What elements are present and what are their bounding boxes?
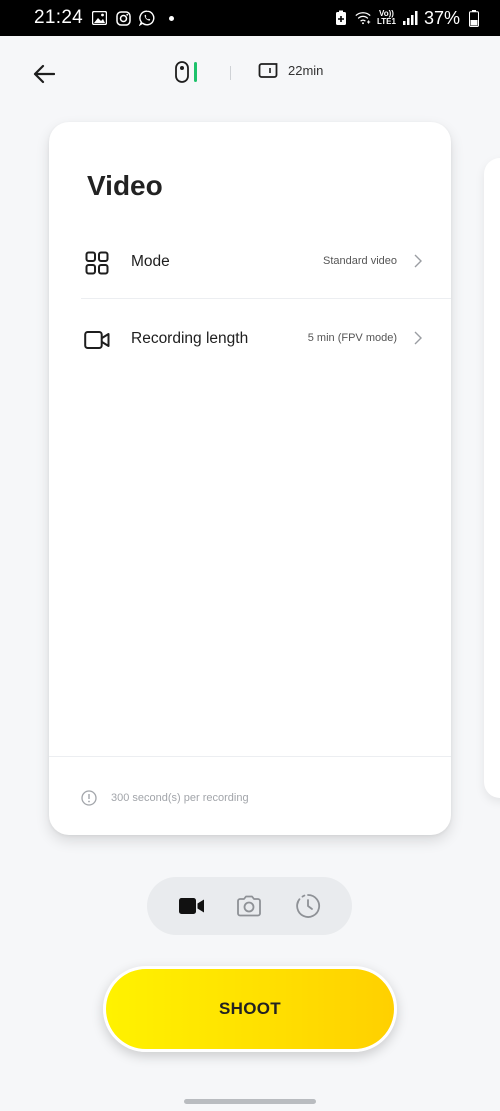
- connection-status-bar: [194, 62, 197, 82]
- status-time: 21:24: [34, 7, 84, 28]
- status-left: 21:24: [34, 7, 175, 29]
- footer-divider: [49, 756, 451, 757]
- video-mode-button[interactable]: [177, 891, 207, 921]
- notification-dot: [169, 15, 175, 21]
- footer-note: 300 second(s) per recording: [81, 790, 249, 806]
- shoot-button[interactable]: SHOOT: [103, 966, 397, 1052]
- info-icon: [81, 790, 97, 806]
- camera-device-icon: [175, 61, 189, 83]
- timelapse-icon: [296, 894, 320, 918]
- camera-shoot-screen: 21:24 Vo)) LTE1 37% 22min Video Mode Sta…: [0, 0, 500, 1111]
- wifi-icon: [355, 10, 371, 26]
- grid-icon: [83, 249, 111, 277]
- recording-length-label: Recording length: [131, 330, 249, 347]
- chevron-right-icon: [414, 331, 422, 345]
- chevron-right-icon: [414, 254, 422, 268]
- recording-length-value: 5 min (FPV mode): [307, 332, 397, 344]
- storage-indicator: 22min: [258, 63, 323, 78]
- next-card-peek[interactable]: [484, 158, 500, 798]
- top-divider: [230, 66, 231, 80]
- storage-remaining: 22min: [288, 63, 324, 78]
- battery-icon: [466, 9, 482, 27]
- status-bar: 21:24 Vo)) LTE1 37%: [0, 0, 500, 36]
- recording-length-row[interactable]: Recording length 5 min (FPV mode): [49, 303, 451, 373]
- mode-setting-row[interactable]: Mode Standard video: [49, 226, 451, 296]
- device-indicator[interactable]: [175, 61, 198, 83]
- whatsapp-icon: [139, 10, 155, 26]
- gallery-icon: [91, 10, 107, 26]
- mode-value: Standard video: [323, 255, 397, 267]
- back-button[interactable]: [28, 58, 60, 90]
- arrow-left-icon: [33, 64, 55, 84]
- photo-mode-button[interactable]: [234, 891, 264, 921]
- top-bar: 22min: [0, 36, 500, 110]
- footer-note-text: 300 second(s) per recording: [111, 792, 249, 804]
- timelapse-mode-button[interactable]: [293, 891, 323, 921]
- status-right: Vo)) LTE1 37%: [333, 8, 482, 29]
- capture-mode-switcher: [147, 877, 352, 935]
- camera-icon: [237, 895, 261, 917]
- row-divider: [81, 298, 451, 299]
- lte-label: LTE1: [377, 17, 396, 26]
- video-icon: [179, 898, 204, 914]
- video-camera-icon: [83, 326, 111, 354]
- shoot-label: SHOOT: [219, 999, 281, 1018]
- home-indicator[interactable]: [184, 1099, 316, 1104]
- video-settings-card: Video Mode Standard video Recording leng…: [49, 122, 451, 835]
- battery-percent: 37%: [423, 7, 460, 28]
- mode-label: Mode: [131, 253, 170, 270]
- sd-card-icon: [258, 63, 278, 78]
- signal-icon: [402, 10, 418, 26]
- card-title: Video: [87, 170, 163, 201]
- volte-lte-indicator: Vo)) LTE1: [377, 10, 396, 26]
- instagram-icon: [115, 10, 131, 26]
- battery-saver-icon: [333, 10, 349, 26]
